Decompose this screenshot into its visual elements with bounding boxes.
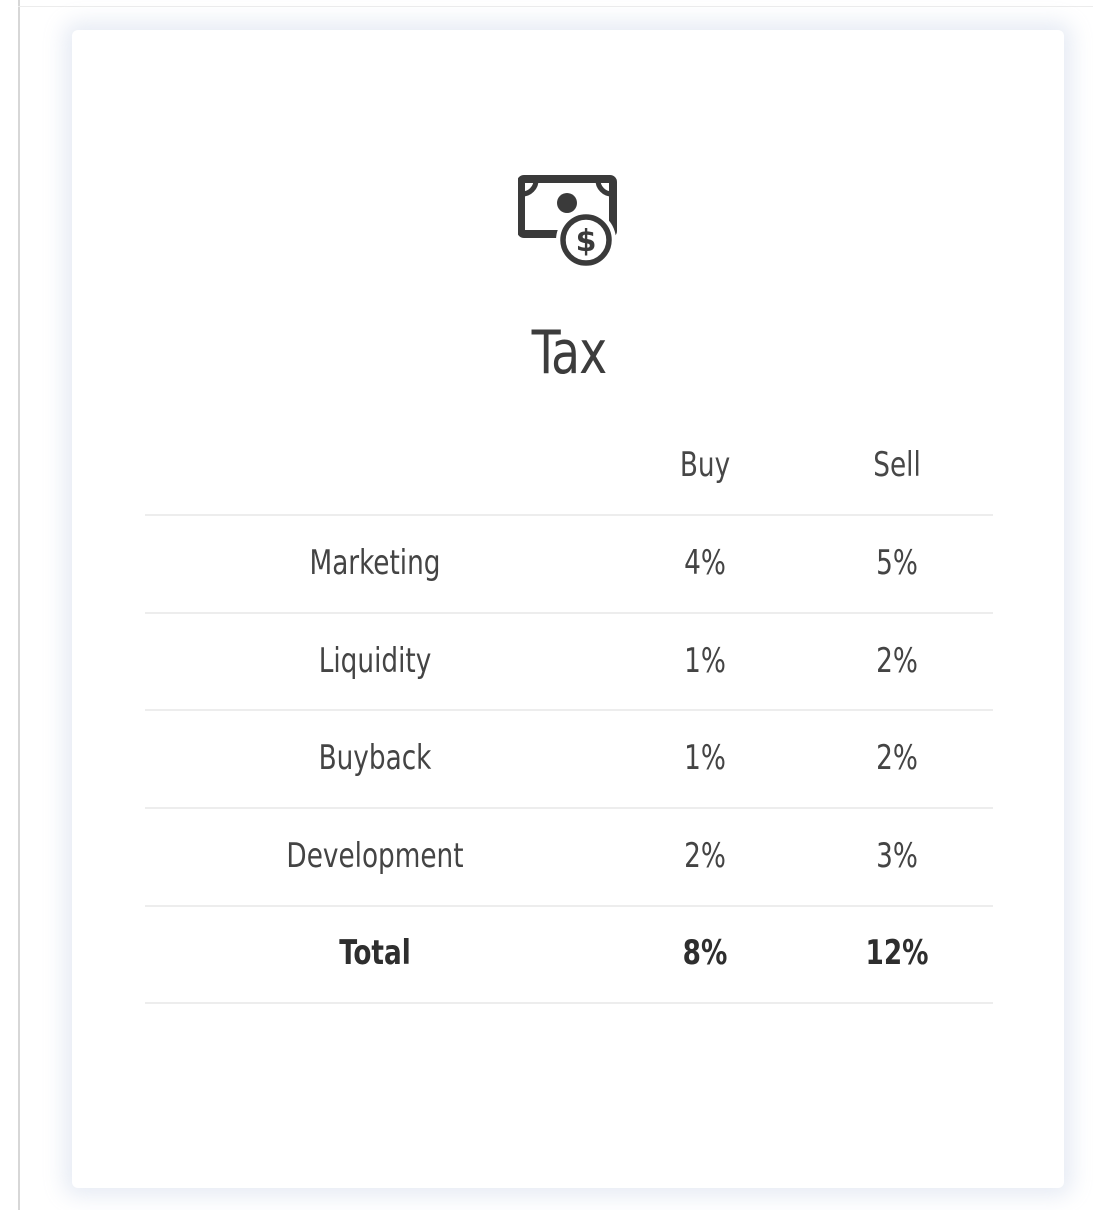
row-label-liquidity: Liquidity — [318, 641, 432, 681]
cell-liquidity-sell: 2% — [876, 641, 918, 681]
left-divider — [18, 0, 20, 1210]
table-divider — [145, 709, 993, 711]
column-header-sell: Sell — [873, 445, 921, 485]
row-label-total: Total — [339, 933, 411, 973]
cell-buyback-sell: 2% — [876, 738, 918, 778]
cell-liquidity-buy: 1% — [684, 641, 726, 681]
table-divider — [145, 612, 993, 614]
cell-development-buy: 2% — [684, 836, 726, 876]
tax-page: $ Tax Buy Sell Marketing 4% 5% Liquidity… — [0, 0, 1093, 1210]
money-dollar-icon: $ — [517, 172, 622, 272]
column-header-buy: Buy — [679, 445, 731, 485]
top-divider — [18, 6, 1093, 7]
cell-total-buy: 8% — [682, 933, 728, 973]
table-divider — [145, 514, 993, 516]
row-label-marketing: Marketing — [309, 543, 441, 583]
cell-development-sell: 3% — [876, 836, 918, 876]
page-title: Tax — [531, 318, 608, 388]
table-divider — [145, 807, 993, 809]
cell-marketing-buy: 4% — [684, 543, 726, 583]
row-label-development: Development — [286, 836, 464, 876]
table-divider — [145, 1002, 993, 1004]
svg-text:$: $ — [576, 224, 597, 259]
row-label-buyback: Buyback — [318, 738, 432, 778]
cell-total-sell: 12% — [865, 933, 929, 973]
cell-marketing-sell: 5% — [876, 543, 918, 583]
cell-buyback-buy: 1% — [684, 738, 726, 778]
table-divider — [145, 905, 993, 907]
